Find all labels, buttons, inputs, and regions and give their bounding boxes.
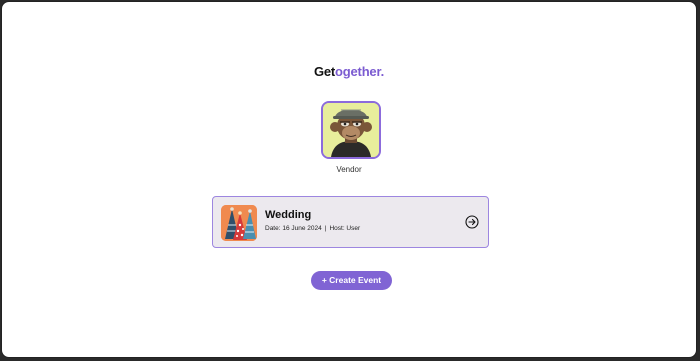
logo-suffix: ogether.: [335, 64, 385, 79]
event-meta: Date: 16 June 2024 | Host: User: [265, 225, 360, 232]
event-host: Host: User: [329, 225, 361, 232]
app-window: Getogether. Vendor Wedding Date: 16 June…: [1, 1, 697, 358]
event-thumbnail: [221, 205, 257, 241]
event-meta-separator: |: [324, 225, 327, 232]
event-card[interactable]: Wedding Date: 16 June 2024 | Host: User: [212, 196, 489, 248]
create-event-button[interactable]: + Create Event: [311, 271, 392, 290]
profile-role-label: Vendor: [336, 165, 362, 174]
profile-avatar[interactable]: [321, 101, 381, 159]
arrow-right-circle-icon: [465, 215, 479, 229]
event-open-button[interactable]: [465, 215, 479, 229]
app-logo: Getogether.: [2, 64, 696, 79]
party-hats-icon: [221, 205, 257, 241]
event-title: Wedding: [265, 209, 312, 221]
ape-avatar-icon: [323, 103, 379, 157]
event-date: Date: 16 June 2024: [265, 225, 322, 232]
logo-prefix: Get: [313, 64, 336, 79]
